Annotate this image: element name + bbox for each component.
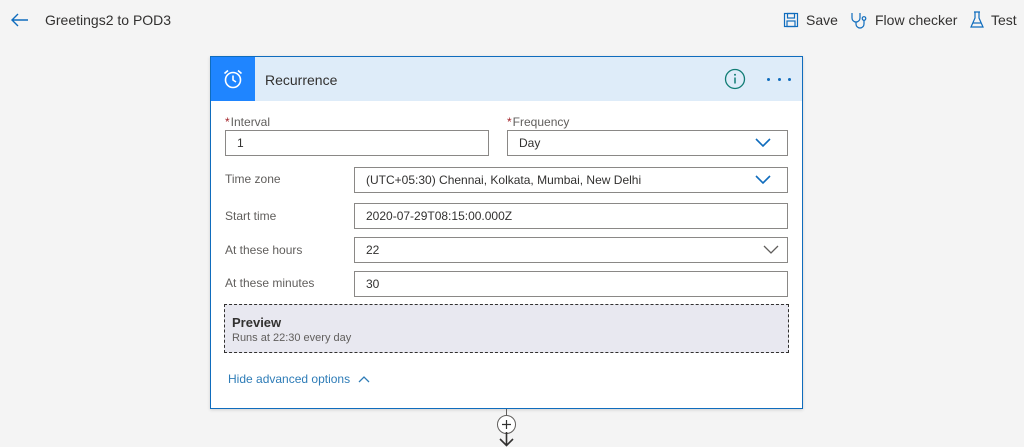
hide-advanced-options-label: Hide advanced options: [228, 372, 351, 386]
alarm-clock-icon: [211, 57, 255, 101]
more-dot: [788, 77, 791, 81]
info-icon: [724, 68, 746, 90]
frequency-dropdown[interactable]: Day: [507, 130, 788, 156]
frequency-value: Day: [519, 136, 541, 150]
info-button[interactable]: [724, 68, 746, 90]
required-mark: *: [225, 115, 230, 129]
flow-checker-label: Flow checker: [875, 12, 958, 28]
save-button[interactable]: Save: [783, 9, 838, 31]
back-button[interactable]: [8, 8, 32, 32]
preview-text: Runs at 22:30 every day: [232, 332, 352, 344]
time-zone-label: Time zone: [225, 172, 281, 186]
minutes-input[interactable]: 30: [354, 271, 788, 297]
time-zone-dropdown[interactable]: (UTC+05:30) Chennai, Kolkata, Mumbai, Ne…: [354, 167, 788, 193]
hide-advanced-options-link[interactable]: Hide advanced options: [228, 372, 370, 386]
test-label: Test: [991, 12, 1017, 28]
test-button[interactable]: Test: [970, 9, 1017, 31]
interval-label-text: Interval: [230, 115, 271, 129]
chevron-down-icon: [755, 138, 771, 148]
preview-title: Preview: [232, 315, 282, 330]
start-time-label: Start time: [225, 209, 277, 223]
more-dot: [777, 77, 781, 81]
flow-title: Greetings2 to POD3: [45, 12, 172, 28]
preview-box: Preview Runs at 22:30 every day: [224, 304, 789, 353]
minutes-label: At these minutes: [225, 276, 315, 290]
flow-checker-button[interactable]: Flow checker: [850, 9, 957, 31]
flask-icon: [970, 11, 984, 28]
more-dot: [767, 77, 770, 81]
start-time-value: 2020-07-29T08:15:00.000Z: [366, 209, 513, 223]
chevron-down-icon: [763, 245, 779, 254]
stethoscope-icon: [851, 13, 867, 29]
interval-label: *Interval: [225, 115, 270, 129]
back-arrow-icon: [11, 13, 28, 27]
hours-dropdown[interactable]: 22: [354, 237, 788, 263]
card-title: Recurrence: [265, 72, 338, 88]
arrow-down-icon: [499, 432, 514, 447]
interval-input[interactable]: 1: [225, 130, 489, 156]
more-options-button[interactable]: [767, 71, 791, 87]
plus-icon: [502, 420, 511, 429]
save-icon: [783, 12, 799, 28]
minutes-value: 30: [366, 277, 380, 291]
interval-value: 1: [237, 136, 244, 150]
recurrence-card: Recurrence *Interval 1 *Frequency Day Ti…: [210, 56, 803, 409]
start-time-input[interactable]: 2020-07-29T08:15:00.000Z: [354, 203, 788, 229]
card-header[interactable]: Recurrence: [211, 57, 802, 101]
top-bar: Greetings2 to POD3 Save Flow checker Tes…: [0, 0, 1024, 40]
hours-label: At these hours: [225, 243, 303, 257]
save-label: Save: [806, 12, 838, 28]
frequency-label-text: Frequency: [512, 115, 570, 129]
required-mark: *: [507, 115, 512, 129]
chevron-down-icon: [755, 175, 771, 185]
time-zone-value: (UTC+05:30) Chennai, Kolkata, Mumbai, Ne…: [366, 173, 642, 187]
frequency-label: *Frequency: [507, 115, 569, 129]
hours-value: 22: [366, 243, 380, 257]
chevron-up-icon: [358, 376, 370, 383]
